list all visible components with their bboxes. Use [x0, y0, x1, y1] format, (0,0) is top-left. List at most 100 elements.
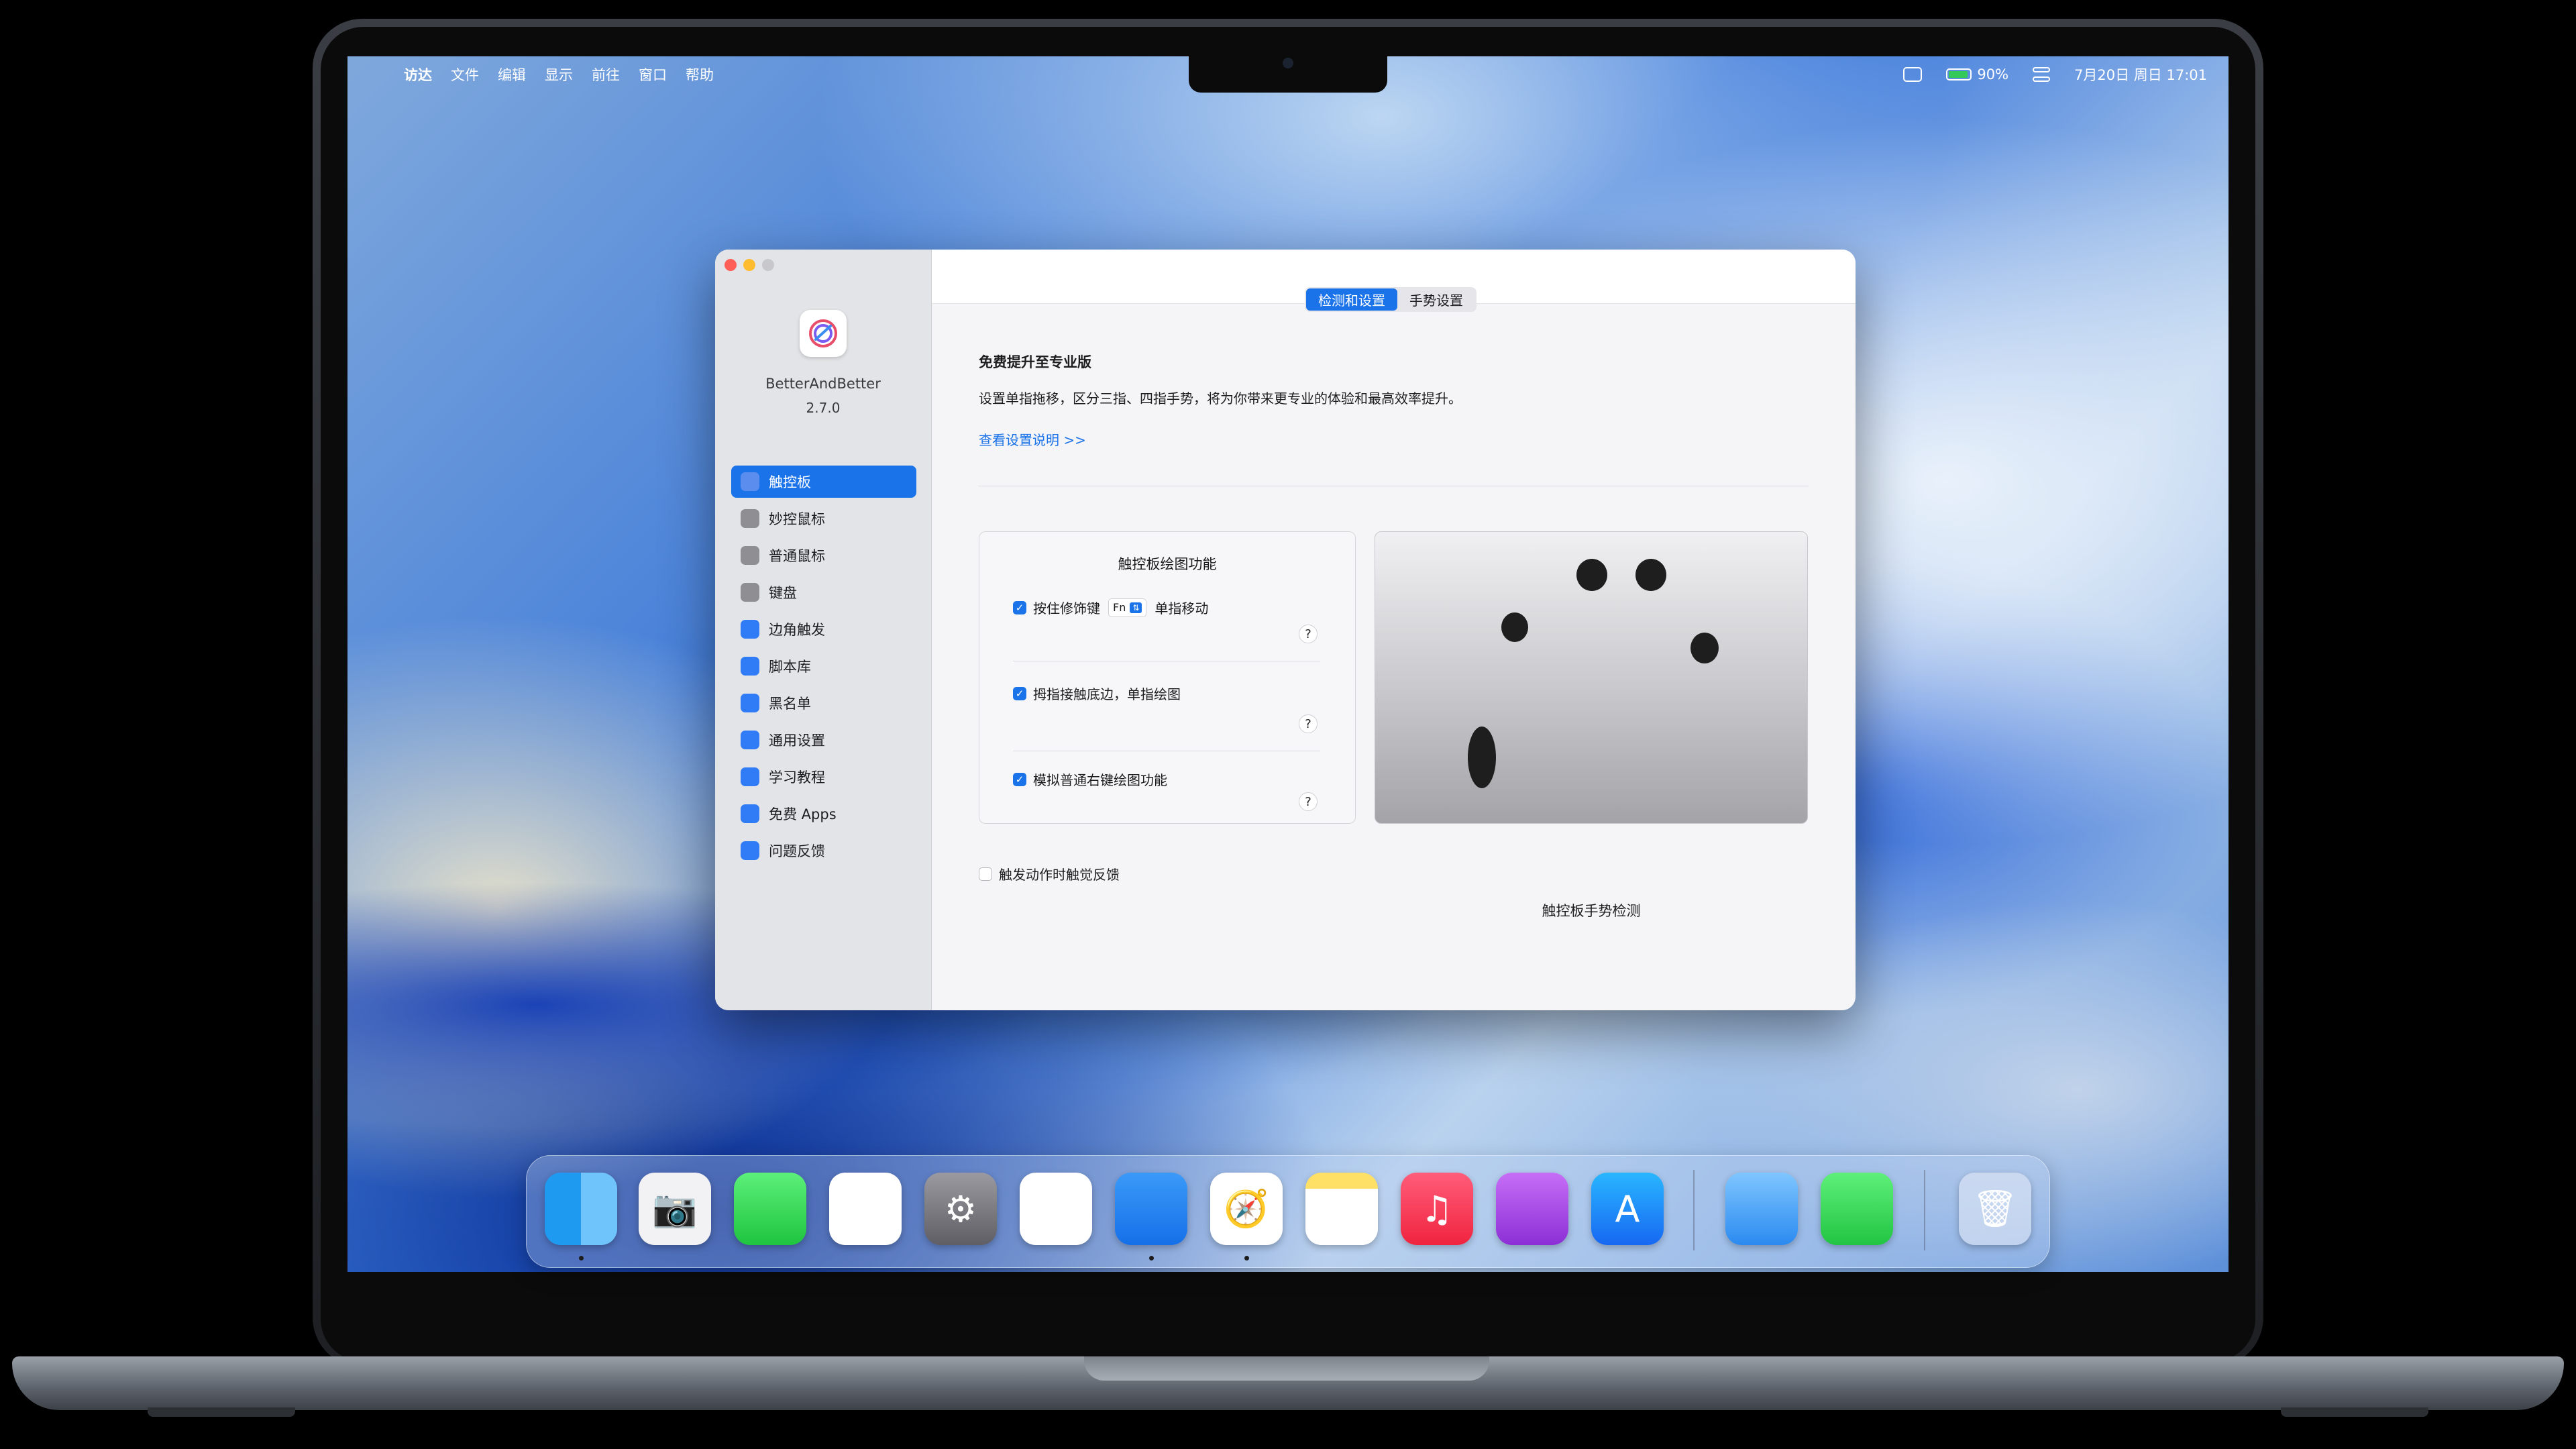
window-controls	[724, 259, 774, 271]
menu-window[interactable]: 窗口	[639, 64, 667, 85]
touch-point	[1576, 559, 1607, 591]
sidebar-item[interactable]: 学习教程	[731, 761, 916, 793]
feedback-icon	[741, 841, 759, 860]
checkbox-thumb-draw[interactable]: ✓	[1013, 686, 1026, 700]
minimize-button[interactable]	[743, 259, 755, 271]
menu-go[interactable]: 前往	[592, 64, 620, 85]
sidebar-item[interactable]: 妙控鼠标	[731, 502, 916, 535]
sidebar-item-label: 黑名单	[769, 696, 811, 712]
lid-opening-notch	[1084, 1356, 1489, 1381]
betterandbetter-window: BetterAndBetter 2.7.0 触控板 妙控鼠标 普通鼠标 键盘 边角触发脚…	[715, 250, 1856, 1010]
help-button-3[interactable]: ?	[1299, 792, 1318, 811]
sidebar-item[interactable]: 键盘	[731, 576, 916, 608]
modifier-key-label: Fn	[1113, 601, 1126, 614]
checkbox-right-click-draw[interactable]: ✓	[1013, 772, 1026, 786]
haptic-feedback-label: 触发动作时触觉反馈	[999, 867, 1120, 883]
dock-running-indicator	[1149, 1256, 1154, 1260]
trackpad-icon	[741, 472, 759, 491]
tab-bar: 检测和设置 手势设置	[1305, 287, 1477, 312]
app-version: 2.7.0	[806, 400, 841, 416]
safari-icon[interactable]: 🧭	[1210, 1173, 1283, 1245]
help-button-1[interactable]: ?	[1299, 625, 1318, 643]
option-thumb-draw-label: 拇指接触底边，单指绘图	[1033, 686, 1181, 702]
battery-percent: 90%	[1977, 66, 2009, 83]
sidebar-item-label: 触控板	[769, 474, 811, 490]
dock-running-indicator	[579, 1256, 584, 1260]
battery-app-icon[interactable]	[1821, 1173, 1893, 1245]
thumb-touch-point	[1468, 727, 1496, 788]
photos-icon[interactable]: ✿	[829, 1173, 902, 1245]
sidebar-item-label: 脚本库	[769, 659, 811, 675]
sidebar: BetterAndBetter 2.7.0 触控板 妙控鼠标 普通鼠标 键盘 边角触发脚…	[715, 250, 932, 1010]
sidebar-item[interactable]: 边角触发	[731, 613, 916, 645]
option-haptic-feedback: 触发动作时触觉反馈	[979, 864, 1120, 883]
tab-detection-settings[interactable]: 检测和设置	[1306, 288, 1397, 311]
facetime-icon[interactable]	[734, 1173, 806, 1245]
upgrade-description: 设置单指拖移，区分三指、四指手势，将为你带来更专业的体验和最高效率提升。	[979, 390, 1462, 407]
checkbox-modifier-move[interactable]: ✓	[1013, 600, 1026, 614]
sidebar-item-label: 问题反馈	[769, 843, 825, 859]
screenshot-icon[interactable]: 📷	[639, 1173, 711, 1245]
option-right-click-draw-label: 模拟普通右键绘图功能	[1033, 772, 1167, 788]
sidebar-item-label: 边角触发	[769, 622, 825, 638]
sidebar-item-label: 普通鼠标	[769, 548, 825, 564]
settings-guide-link[interactable]: 查看设置说明 >>	[979, 429, 1086, 449]
sidebar-item[interactable]: 脚本库	[731, 650, 916, 682]
close-button[interactable]	[724, 259, 737, 271]
menu-bar: 访达 文件 编辑 显示 前往 窗口 帮助 90% 7月20日 周日 17:01	[347, 56, 2229, 93]
keyboard-icon	[741, 583, 759, 602]
laptop-foot-right	[2281, 1407, 2428, 1417]
modifier-key-selector[interactable]: Fn ⇅	[1108, 598, 1147, 617]
app-store-icon[interactable]: A	[1591, 1173, 1664, 1245]
checkbox-haptic-feedback[interactable]	[979, 867, 992, 881]
menu-file[interactable]: 文件	[451, 64, 479, 85]
option-thumb-draw: ✓ 拇指接触底边，单指绘图	[1013, 684, 1181, 703]
dock-separator	[1924, 1170, 1925, 1250]
sidebar-item[interactable]: 黑名单	[731, 687, 916, 719]
reminders-icon[interactable]: ☰	[1020, 1173, 1092, 1245]
upgrade-title: 免费提升至专业版	[979, 354, 1091, 370]
corner-trigger-icon	[741, 620, 759, 639]
menu-edit[interactable]: 编辑	[498, 64, 526, 85]
touch-point	[1635, 559, 1666, 591]
tab-gesture-settings[interactable]: 手势设置	[1397, 288, 1475, 311]
touch-point	[1501, 612, 1528, 642]
general-settings-icon	[741, 731, 759, 749]
script-library-icon	[741, 657, 759, 676]
sidebar-item[interactable]: 触控板	[731, 466, 916, 498]
menu-app-name[interactable]: 访达	[404, 64, 432, 85]
blacklist-icon	[741, 694, 759, 712]
music-icon[interactable]: ♫	[1401, 1173, 1473, 1245]
sidebar-item-label: 妙控鼠标	[769, 511, 825, 527]
menu-help[interactable]: 帮助	[686, 64, 714, 85]
podcasts-icon[interactable]	[1496, 1173, 1568, 1245]
keynote-icon[interactable]	[1115, 1173, 1187, 1245]
menubar-app-icon[interactable]	[1903, 67, 1923, 82]
main-content: 检测和设置 手势设置 免费提升至专业版 设置单指拖移，区分三指、四指手势，将为你…	[932, 250, 1856, 1010]
trackpad-gesture-preview	[1375, 531, 1808, 824]
menu-view[interactable]: 显示	[545, 64, 573, 85]
control-center-icon[interactable]	[2033, 67, 2051, 82]
laptop-foot-left	[148, 1407, 295, 1417]
zoom-button[interactable]	[762, 259, 774, 271]
sidebar-item-label: 键盘	[769, 585, 797, 601]
help-button-2[interactable]: ?	[1299, 714, 1318, 733]
menubar-clock[interactable]: 7月20日 周日 17:01	[2074, 64, 2207, 85]
free-apps-icon	[741, 804, 759, 823]
trash-icon[interactable]: 🗑	[1959, 1173, 2031, 1245]
notes-icon[interactable]	[1305, 1173, 1378, 1245]
dock-running-indicator	[1244, 1256, 1249, 1260]
system-settings-icon[interactable]: ⚙	[924, 1173, 997, 1245]
finder-icon[interactable]	[545, 1173, 617, 1245]
sidebar-item[interactable]: 问题反馈	[731, 835, 916, 867]
sidebar-item[interactable]: 免费 Apps	[731, 798, 916, 830]
sidebar-item-label: 免费 Apps	[769, 806, 837, 822]
battery-status[interactable]: 90%	[1946, 66, 2008, 83]
trackpad-drawing-panel: 触控板绘图功能 ✓ 按住修饰键 Fn ⇅ 单指移动 ? ✓ 拇指接触底边，单指绘图…	[979, 531, 1356, 824]
battery-icon	[1946, 68, 1972, 80]
betterandbetter-dock-icon[interactable]	[1725, 1173, 1798, 1245]
sidebar-nav: 触控板妙控鼠标普通鼠标键盘边角触发脚本库黑名单通用设置学习教程免费 Apps 问题…	[731, 466, 916, 871]
sidebar-item[interactable]: 通用设置	[731, 724, 916, 756]
option-modifier-suffix: 单指移动	[1155, 600, 1209, 616]
sidebar-item[interactable]: 普通鼠标	[731, 539, 916, 572]
